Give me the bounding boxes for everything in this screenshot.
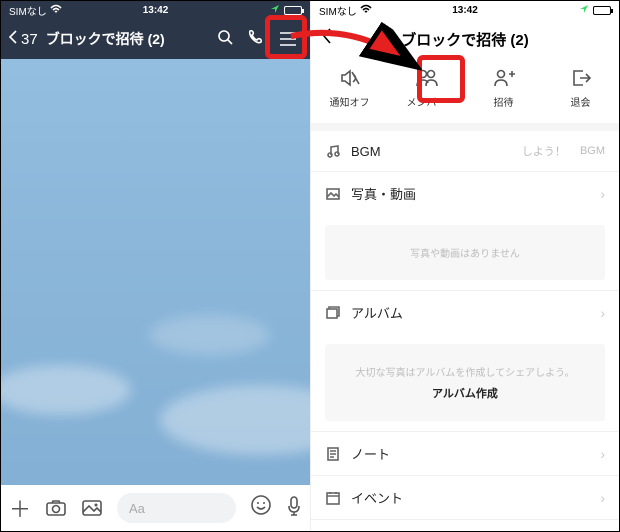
album-icon bbox=[325, 306, 341, 320]
row-label: BGM bbox=[351, 144, 512, 159]
sim-label: SIMなし bbox=[9, 3, 47, 18]
photo-icon bbox=[325, 187, 341, 201]
action-mute[interactable]: 通知オフ bbox=[311, 67, 388, 109]
camera-icon[interactable] bbox=[45, 499, 67, 517]
chat-title: ブロックで招待 (2) bbox=[46, 29, 208, 49]
row-bgm[interactable]: BGM しよう！ BGM bbox=[311, 131, 619, 171]
menu-title: ブロックで招待 (2) bbox=[345, 29, 585, 50]
message-input[interactable]: Aa bbox=[117, 493, 236, 523]
status-time: 13:42 bbox=[107, 5, 205, 16]
action-label: 通知オフ bbox=[330, 94, 370, 109]
row-media[interactable]: 写真・動画 › bbox=[311, 171, 619, 215]
music-icon bbox=[325, 144, 341, 158]
location-icon bbox=[579, 4, 589, 17]
back-button[interactable] bbox=[321, 27, 345, 51]
emoji-icon[interactable] bbox=[250, 494, 272, 522]
battery-icon bbox=[593, 6, 611, 15]
status-bar-left: SIMなし 13:42 bbox=[1, 1, 310, 19]
action-label: メンバー bbox=[407, 94, 447, 109]
wifi-icon bbox=[50, 4, 62, 17]
back-count: 37 bbox=[21, 31, 38, 48]
action-members[interactable]: メンバー bbox=[388, 67, 465, 109]
input-placeholder: Aa bbox=[129, 501, 145, 516]
note-icon bbox=[325, 447, 341, 461]
row-event[interactable]: イベント › bbox=[311, 475, 619, 519]
members-icon bbox=[415, 67, 439, 89]
row-hint: しよう！ BGM bbox=[522, 143, 605, 159]
search-icon[interactable] bbox=[212, 28, 238, 51]
chat-background bbox=[1, 59, 310, 485]
gallery-icon[interactable] bbox=[81, 499, 103, 517]
back-button[interactable] bbox=[7, 29, 19, 50]
battery-icon bbox=[284, 6, 302, 15]
status-time: 13:42 bbox=[416, 5, 513, 16]
calendar-icon bbox=[325, 491, 341, 505]
action-invite[interactable]: 招待 bbox=[465, 67, 542, 109]
invite-icon bbox=[492, 67, 516, 89]
row-link[interactable]: リンク › bbox=[311, 519, 619, 531]
add-button[interactable]: ＋ bbox=[9, 492, 31, 524]
album-empty[interactable]: 大切な写真はアルバムを作成してシェアしよう。 アルバム作成 bbox=[325, 344, 605, 421]
status-bar-right: SIMなし 13:42 bbox=[311, 1, 619, 19]
action-label: 退会 bbox=[571, 94, 591, 109]
album-create-link: アルバム作成 bbox=[335, 385, 595, 401]
row-note[interactable]: ノート › bbox=[311, 431, 619, 475]
row-album[interactable]: アルバム › bbox=[311, 290, 619, 334]
speaker-off-icon bbox=[339, 67, 361, 89]
chat-header: 37 ブロックで招待 (2) bbox=[1, 19, 310, 59]
sim-label: SIMなし bbox=[319, 3, 357, 18]
chevron-right-icon: › bbox=[600, 490, 605, 506]
chevron-right-icon: › bbox=[600, 186, 605, 202]
mic-icon[interactable] bbox=[286, 495, 302, 522]
action-label: 招待 bbox=[494, 94, 514, 109]
row-label: イベント bbox=[351, 488, 590, 507]
chat-input-bar: ＋ Aa bbox=[1, 485, 310, 531]
location-icon bbox=[270, 4, 280, 17]
row-label: ノート bbox=[351, 444, 590, 463]
chevron-right-icon: › bbox=[600, 446, 605, 462]
menu-list: BGM しよう！ BGM 写真・動画 › 写真や動画はありません アルバム bbox=[311, 131, 619, 531]
row-label: アルバム bbox=[351, 303, 590, 322]
media-empty: 写真や動画はありません bbox=[325, 225, 605, 280]
call-icon[interactable] bbox=[242, 28, 268, 51]
menu-button[interactable] bbox=[272, 23, 304, 55]
menu-header: ブロックで招待 (2) bbox=[311, 19, 619, 59]
action-row: 通知オフ メンバー 招待 退会 bbox=[311, 59, 619, 123]
wifi-icon bbox=[360, 4, 372, 17]
leave-icon bbox=[570, 67, 592, 89]
action-leave[interactable]: 退会 bbox=[542, 67, 619, 109]
chevron-right-icon: › bbox=[600, 305, 605, 321]
row-label: 写真・動画 bbox=[351, 184, 590, 203]
